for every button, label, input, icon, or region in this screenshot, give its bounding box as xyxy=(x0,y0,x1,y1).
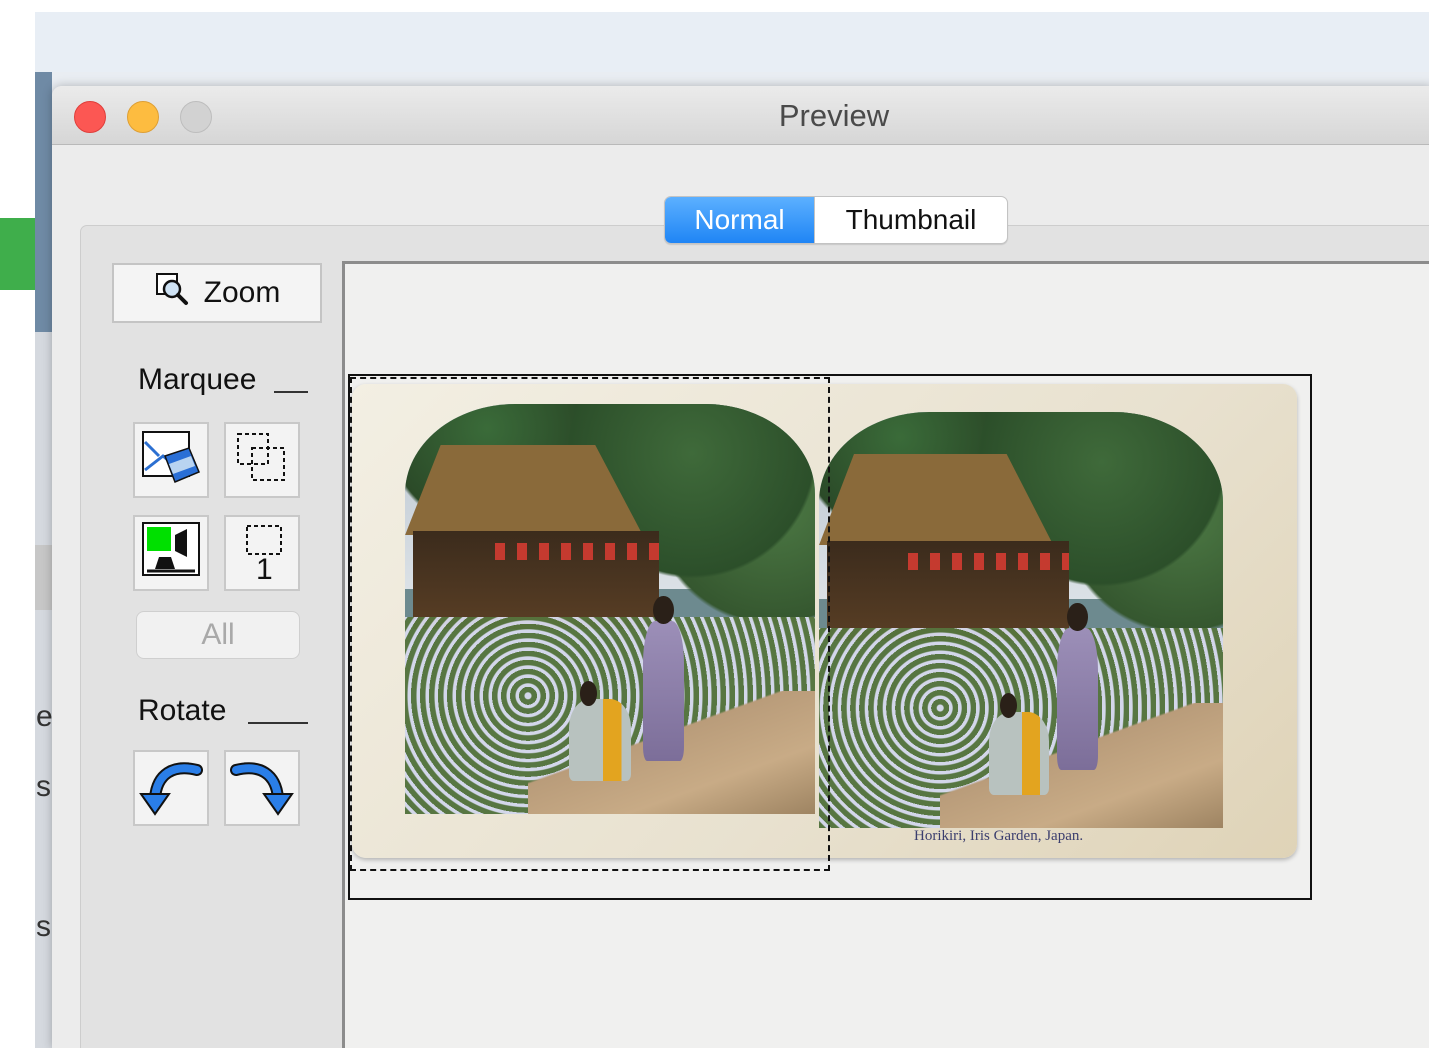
auto-locate-button[interactable] xyxy=(133,422,209,498)
marquee-section-rule xyxy=(274,391,308,393)
rotate-section-rule xyxy=(248,722,308,724)
background-toolbar xyxy=(35,12,1429,72)
background-sidebar-row xyxy=(35,545,52,610)
tab-normal[interactable]: Normal xyxy=(665,197,814,243)
zoom-button[interactable]: Zoom xyxy=(112,263,322,323)
rotate-left-icon xyxy=(139,754,203,823)
marquee-section-label: Marquee xyxy=(138,363,257,396)
tab-thumbnail[interactable]: Thumbnail xyxy=(814,197,1007,243)
background-sidebar-header xyxy=(35,72,52,332)
preview-window: Preview Normal Thumbnail Zoom Marquee 1 … xyxy=(52,86,1429,1048)
auto-exposure-button[interactable] xyxy=(133,515,209,591)
magnifier-icon xyxy=(154,271,194,315)
marquee-frame-button[interactable]: 1 xyxy=(224,515,300,591)
rotate-right-button[interactable] xyxy=(224,750,300,826)
background-text: e xyxy=(36,700,53,733)
background-text: s xyxy=(36,770,51,803)
auto-exposure-icon xyxy=(139,519,203,588)
title-bar[interactable]: Preview xyxy=(52,86,1429,145)
rotate-section-label: Rotate xyxy=(138,694,227,727)
duplicate-marquee-button[interactable] xyxy=(224,422,300,498)
duplicate-marquee-icon xyxy=(230,426,294,495)
marquee-count: 1 xyxy=(256,553,273,586)
auto-locate-frame-icon xyxy=(139,426,203,495)
marquee-selection[interactable] xyxy=(350,377,830,871)
rotate-right-icon xyxy=(230,754,294,823)
background-green-button xyxy=(0,218,35,290)
all-button[interactable]: All xyxy=(136,611,300,659)
zoom-button-label: Zoom xyxy=(203,276,281,309)
window-title: Preview xyxy=(778,98,890,133)
view-mode-segmented-control: Normal Thumbnail xyxy=(664,196,1008,244)
rotate-left-button[interactable] xyxy=(133,750,209,826)
background-text: s xyxy=(36,910,51,943)
